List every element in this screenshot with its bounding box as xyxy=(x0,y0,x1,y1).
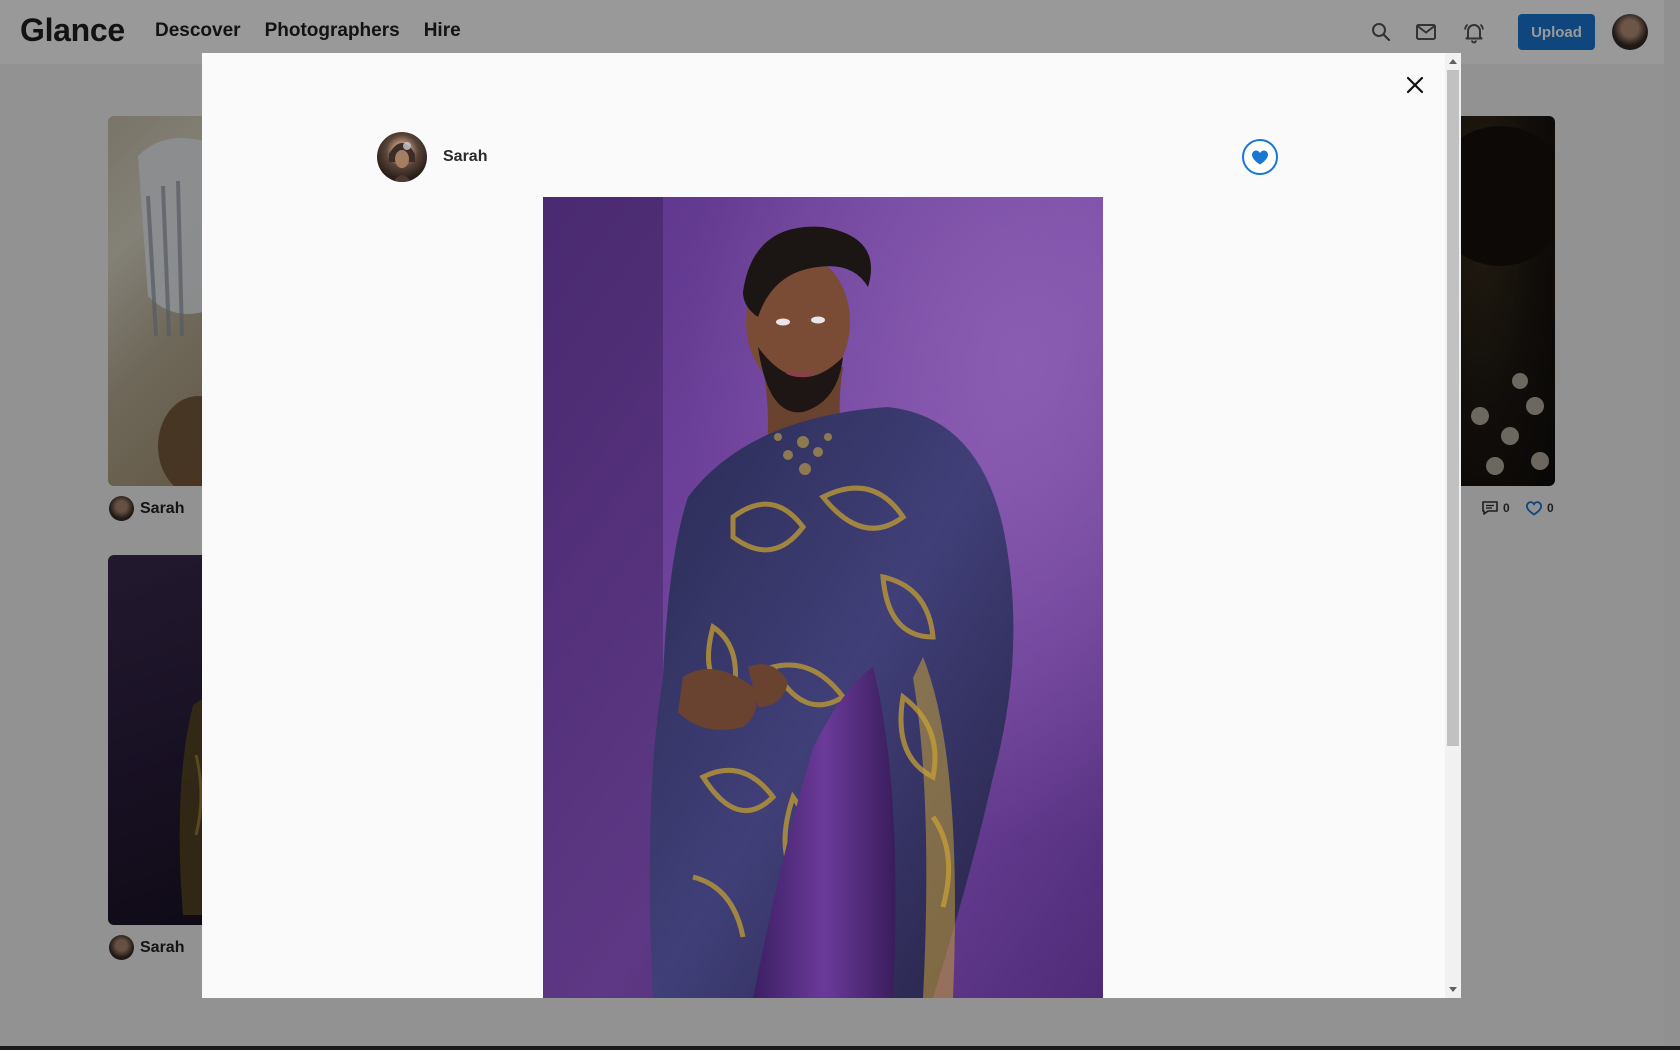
scroll-down-arrow-icon[interactable] xyxy=(1449,987,1457,992)
heart-icon xyxy=(1252,150,1268,165)
like-button[interactable] xyxy=(1242,139,1278,175)
main-photo[interactable] xyxy=(543,197,1103,998)
modal-scrollbar-thumb[interactable] xyxy=(1447,70,1459,746)
window-bottom-edge xyxy=(0,1046,1680,1050)
modal-scrollbar[interactable] xyxy=(1445,53,1461,998)
author-avatar-art xyxy=(389,142,415,182)
scroll-up-arrow-icon[interactable] xyxy=(1449,59,1457,64)
photo-portrait-art xyxy=(543,197,1103,998)
author-avatar[interactable] xyxy=(377,132,427,182)
modal-close-button[interactable] xyxy=(1400,70,1430,100)
close-icon xyxy=(1406,76,1424,94)
author-name[interactable]: Sarah xyxy=(443,148,487,166)
photo-modal: Sarah xyxy=(202,53,1461,998)
